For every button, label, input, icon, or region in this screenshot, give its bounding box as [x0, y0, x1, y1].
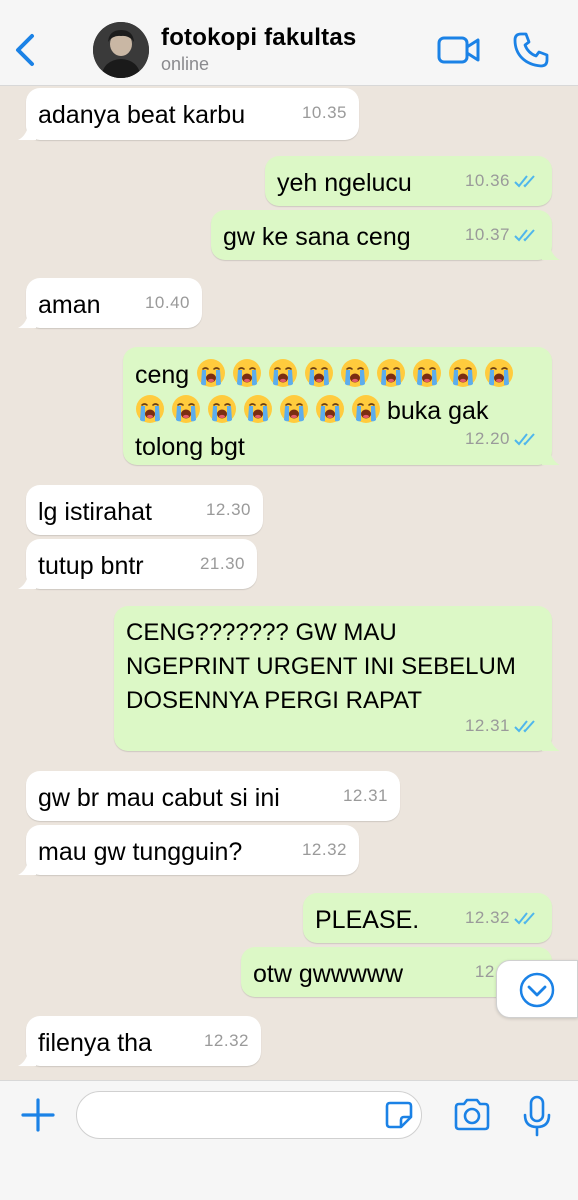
message-input[interactable] — [91, 1092, 381, 1138]
message-time: 12.30 — [205, 500, 251, 519]
double-check-icon — [514, 912, 535, 925]
chevron-down-circle-icon — [519, 972, 555, 1008]
message-input-wrapper — [76, 1091, 422, 1139]
loudly-crying-face-emoji — [244, 395, 272, 423]
message-incoming[interactable]: lg istirahat 12.30 — [26, 485, 263, 535]
loudly-crying-face-emoji — [269, 359, 298, 387]
message-time: 12.32 — [301, 840, 347, 859]
plus-icon — [21, 1098, 55, 1132]
bubble-tail — [542, 447, 560, 465]
loudly-crying-face-emoji — [208, 395, 236, 423]
message-time: 12.32 — [464, 908, 510, 927]
bubble-tail — [542, 242, 560, 260]
message-text: CENG??????? GW MAU NGEPRINT URGENT INI S… — [126, 619, 516, 714]
loudly-crying-face-emoji — [172, 395, 200, 423]
message-text: tolong bgt — [135, 433, 245, 461]
emoji-group — [135, 395, 387, 425]
message-time: 10.35 — [301, 103, 347, 122]
message-time: 12.32 — [203, 1031, 249, 1050]
sticker-button[interactable] — [384, 1100, 414, 1130]
microphone-icon — [523, 1095, 551, 1137]
double-check-icon — [514, 720, 535, 733]
chat-header: fotokopi fakultas online — [0, 0, 578, 86]
message-time: 12.31 — [342, 786, 388, 805]
loudly-crying-face-emoji — [449, 359, 478, 387]
message-text: gw br mau cabut si ini — [38, 784, 280, 812]
loudly-crying-face-emoji — [197, 359, 226, 387]
message-text: ceng — [135, 361, 190, 389]
voice-call-button[interactable] — [512, 31, 550, 69]
loudly-crying-face-emoji — [352, 395, 380, 423]
message-time: 12.20 — [464, 429, 510, 448]
message-outgoing[interactable]: ceng buka gak tolong bgt 12.20 — [123, 347, 560, 465]
avatar[interactable] — [93, 22, 149, 78]
message-text: mau gw tungguin? — [38, 838, 243, 866]
video-call-button[interactable] — [437, 33, 481, 67]
loudly-crying-face-emoji — [136, 395, 164, 423]
back-chevron-icon — [16, 34, 34, 66]
message-text: gw ke sana ceng — [223, 223, 411, 251]
message-text: PLEASE. — [315, 906, 420, 934]
composer-bar — [0, 1080, 578, 1200]
message-text: adanya beat karbu — [38, 101, 246, 129]
bubble-tail — [18, 310, 36, 328]
message-outgoing[interactable]: yeh ngelucu 10.36 — [265, 156, 552, 206]
scroll-to-bottom-button[interactable] — [496, 960, 578, 1018]
message-incoming[interactable]: tutup bntr 21.30 — [18, 539, 257, 589]
loudly-crying-face-emoji — [316, 395, 344, 423]
loudly-crying-face-emoji — [377, 359, 406, 387]
video-call-icon — [437, 36, 480, 64]
contact-status: online — [161, 54, 210, 74]
message-time: 10.36 — [464, 171, 510, 190]
message-outgoing[interactable]: PLEASE. 12.32 — [303, 893, 552, 943]
message-text: lg istirahat — [38, 498, 152, 526]
message-line: ceng — [135, 357, 540, 393]
loudly-crying-face-emoji — [413, 359, 442, 387]
camera-icon — [454, 1098, 490, 1131]
bubble-tail — [18, 1048, 36, 1066]
attach-button[interactable] — [20, 1097, 56, 1133]
contact-name[interactable]: fotokopi fakultas — [161, 24, 356, 52]
message-incoming[interactable]: mau gw tungguin? 12.32 — [18, 825, 359, 875]
phone-call-icon — [513, 32, 549, 68]
double-check-icon — [514, 175, 535, 188]
loudly-crying-face-emoji — [341, 359, 370, 387]
message-incoming[interactable]: adanya beat karbu 10.35 — [18, 88, 359, 140]
bubble-tail — [18, 857, 36, 875]
loudly-crying-face-emoji — [485, 359, 514, 387]
double-check-icon — [514, 229, 535, 242]
message-list[interactable]: adanya beat karbu 10.35 yeh ngelucu 10.3… — [0, 86, 578, 1080]
message-incoming[interactable]: aman 10.40 — [18, 278, 202, 328]
message-time: 10.40 — [144, 293, 190, 312]
loudly-crying-face-emoji — [233, 359, 262, 387]
bubble-tail — [18, 571, 36, 589]
message-text: tutup bntr — [38, 552, 144, 580]
camera-button[interactable] — [452, 1095, 492, 1135]
message-outgoing[interactable]: gw ke sana ceng 10.37 — [211, 210, 560, 260]
loudly-crying-face-emoji — [280, 395, 308, 423]
bubble-tail — [542, 733, 560, 751]
emoji-group — [196, 359, 520, 389]
message-time: 10.37 — [464, 225, 510, 244]
avatar-image — [93, 22, 149, 78]
message-incoming[interactable]: gw br mau cabut si ini 12.31 — [26, 771, 400, 821]
message-text: otw gwwwww — [253, 960, 404, 988]
message-text: aman — [38, 291, 101, 319]
loudly-crying-face-emoji — [305, 359, 334, 387]
sticker-icon — [385, 1101, 413, 1129]
double-check-icon — [514, 433, 535, 446]
bubble-tail — [18, 122, 36, 140]
message-incoming[interactable]: filenya tha 12.32 — [18, 1016, 261, 1066]
message-time: 12.31 — [464, 716, 510, 735]
back-button[interactable] — [10, 30, 40, 70]
message-outgoing[interactable]: CENG??????? GW MAU NGEPRINT URGENT INI S… — [114, 606, 560, 751]
message-text: yeh ngelucu — [277, 169, 412, 197]
microphone-button[interactable] — [521, 1095, 553, 1137]
message-time: 21.30 — [199, 554, 245, 573]
message-text: filenya tha — [38, 1029, 152, 1057]
